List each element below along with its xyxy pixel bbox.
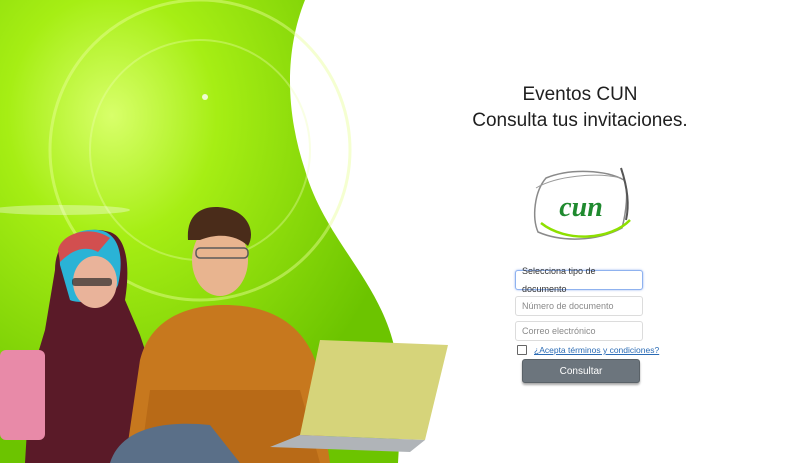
page-subtitle: Consulta tus invitaciones. — [472, 110, 688, 131]
consultar-button[interactable]: Consultar — [522, 359, 640, 383]
cun-logo: cun — [533, 167, 631, 240]
page-title: Eventos CUN — [522, 84, 638, 105]
document-type-select[interactable]: Selecciona tipo de documento — [515, 266, 643, 294]
document-type-selected-value: Selecciona tipo de documento — [522, 266, 596, 294]
email-input[interactable] — [515, 321, 643, 341]
page-header: Eventos CUN Consulta tus invitaciones. — [460, 82, 700, 134]
document-number-input[interactable] — [515, 296, 643, 316]
terms-row: ¿Acepta términos y condiciones? — [517, 345, 659, 355]
terms-checkbox[interactable] — [517, 345, 527, 355]
logo-text: cun — [559, 192, 603, 223]
terms-link[interactable]: ¿Acepta términos y condiciones? — [534, 345, 659, 355]
hero-illustration — [0, 0, 448, 463]
